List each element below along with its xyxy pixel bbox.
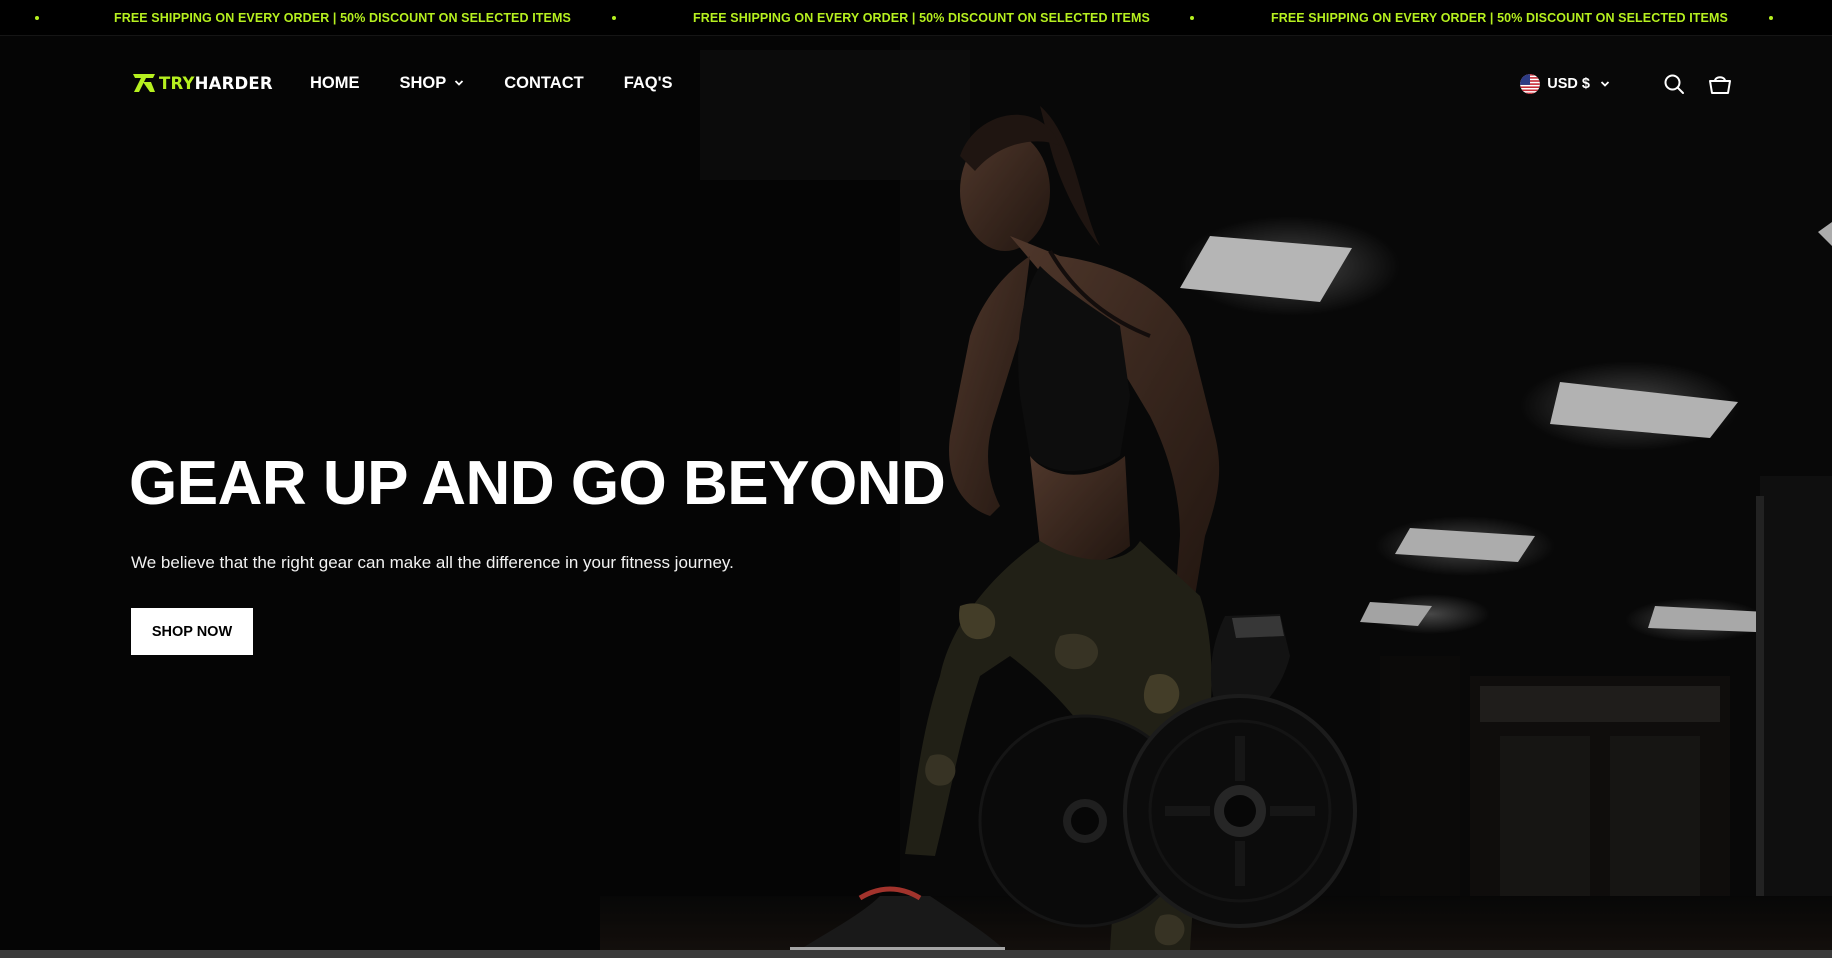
tryharder-logo-icon xyxy=(133,74,155,92)
nav-item-shop[interactable]: SHOP xyxy=(400,74,465,93)
page-bottom-divider xyxy=(0,950,1832,958)
logo-text-harder: HARDER xyxy=(194,73,273,93)
header-actions: USD $ xyxy=(1520,72,1732,96)
bullet-icon xyxy=(35,16,39,20)
bullet-icon xyxy=(1190,16,1194,20)
logo[interactable]: TRYHARDER xyxy=(131,68,273,98)
currency-selector[interactable]: USD $ xyxy=(1520,74,1610,94)
nav-item-home[interactable]: HOME xyxy=(310,74,360,93)
announcement-bar: FREE SHIPPING ON EVERY ORDER | 50% DISCO… xyxy=(0,0,1832,36)
logo-text: TRYHARDER xyxy=(159,74,273,93)
announcement-text: FREE SHIPPING ON EVERY ORDER | 50% DISCO… xyxy=(693,11,1150,25)
main-nav: HOME SHOP CONTACT FAQ'S xyxy=(310,73,713,93)
nav-item-label: HOME xyxy=(310,73,360,92)
nav-item-contact[interactable]: CONTACT xyxy=(504,74,583,93)
cart-icon xyxy=(1709,76,1731,94)
hero-title: GEAR UP AND GO BEYOND xyxy=(129,449,946,518)
shop-now-button[interactable]: SHOP NOW xyxy=(131,608,253,655)
bullet-icon xyxy=(612,16,616,20)
bullet-icon xyxy=(1769,16,1773,20)
announcement-text: FREE SHIPPING ON EVERY ORDER | 50% DISCO… xyxy=(1271,11,1728,25)
announcement-item: FREE SHIPPING ON EVERY ORDER | 50% DISCO… xyxy=(1271,0,1728,35)
logo-text-try: TRY xyxy=(159,73,195,93)
nav-item-label: SHOP xyxy=(399,73,447,92)
cart-button[interactable] xyxy=(1708,72,1732,96)
site-header: TRYHARDER HOME SHOP CONTACT FAQ'S USD $ xyxy=(0,36,1832,128)
us-flag-icon xyxy=(1520,74,1541,94)
nav-item-label: CONTACT xyxy=(504,73,584,92)
announcement-item: FREE SHIPPING ON EVERY ORDER | 50% DISCO… xyxy=(693,0,1150,35)
announcement-text: FREE SHIPPING ON EVERY ORDER | 50% DISCO… xyxy=(114,11,571,25)
currency-label: USD $ xyxy=(1547,76,1590,92)
chevron-down-icon xyxy=(1600,81,1610,87)
search-icon xyxy=(1664,74,1684,94)
search-button[interactable] xyxy=(1662,72,1686,96)
hero-subtitle: We believe that the right gear can make … xyxy=(131,553,734,572)
chevron-down-icon xyxy=(455,80,464,86)
announcement-item: FREE SHIPPING ON EVERY ORDER | 50% DISCO… xyxy=(114,0,571,35)
nav-item-faqs[interactable]: FAQ'S xyxy=(624,74,673,93)
nav-item-label: FAQ'S xyxy=(623,73,673,92)
